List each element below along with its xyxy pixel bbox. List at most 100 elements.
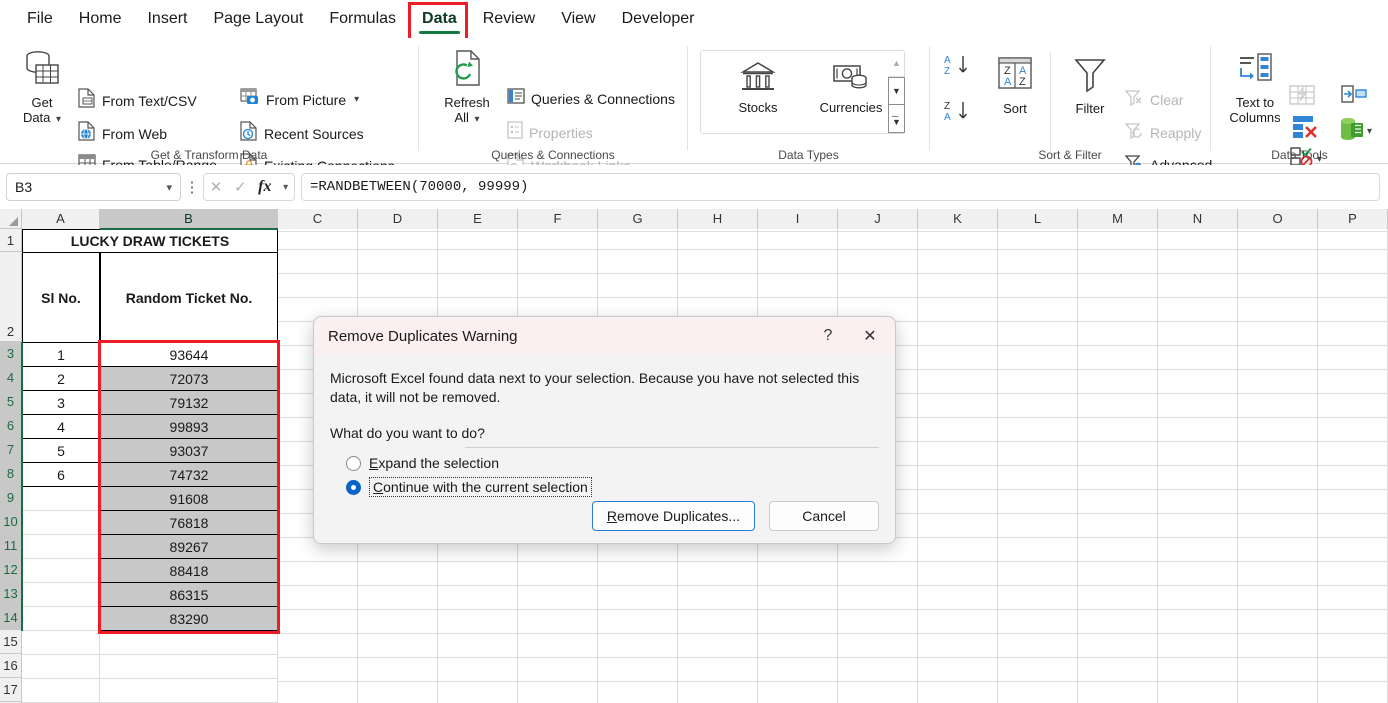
- cell-a14[interactable]: [22, 606, 100, 631]
- column-header-b[interactable]: B: [100, 209, 278, 229]
- cell-a7[interactable]: 5: [22, 438, 100, 463]
- refresh-all-button[interactable]: Refresh All ▾: [431, 48, 503, 127]
- cell-b7[interactable]: 93037: [100, 438, 278, 463]
- cell-a12[interactable]: [22, 558, 100, 583]
- cell-a16[interactable]: [22, 654, 100, 679]
- chevron-down-icon[interactable]: ▾: [1367, 126, 1372, 137]
- column-header-d[interactable]: D: [358, 209, 438, 229]
- recent-sources-button[interactable]: Recent Sources: [240, 121, 364, 146]
- consolidate-button[interactable]: [1341, 84, 1367, 111]
- column-header-k[interactable]: K: [918, 209, 998, 229]
- cell-b13[interactable]: 86315: [100, 582, 278, 607]
- row-header-1[interactable]: 1: [0, 229, 22, 252]
- cell-b3[interactable]: 93644: [100, 342, 278, 367]
- currencies-button[interactable]: Currencies: [809, 59, 893, 115]
- row-header-11[interactable]: 11: [0, 534, 22, 558]
- row-header-17[interactable]: 17: [0, 678, 22, 702]
- cell-b4[interactable]: 72073: [100, 366, 278, 391]
- chevron-down-icon[interactable]: ▾: [283, 182, 288, 193]
- row-header-8[interactable]: 8: [0, 462, 22, 486]
- tab-insert[interactable]: Insert: [134, 7, 200, 31]
- cell-b2-header[interactable]: Random Ticket No.: [100, 252, 278, 343]
- cancel-button[interactable]: Cancel: [769, 501, 879, 531]
- radio-expand-the-selection[interactable]: Expand the selection: [346, 451, 879, 475]
- column-header-p[interactable]: P: [1318, 209, 1388, 229]
- from-picture-button[interactable]: From Picture ▾: [240, 88, 359, 111]
- cell-b11[interactable]: 89267: [100, 534, 278, 559]
- cell-a17[interactable]: [22, 678, 100, 703]
- cell-b5[interactable]: 79132: [100, 390, 278, 415]
- row-header-9[interactable]: 9: [0, 486, 22, 510]
- row-header-7[interactable]: 7: [0, 438, 22, 462]
- filter-button[interactable]: Filter: [1060, 54, 1120, 116]
- cell-a8[interactable]: 6: [22, 462, 100, 487]
- get-data-button[interactable]: Get Data ▾: [12, 48, 72, 127]
- tab-home[interactable]: Home: [66, 7, 135, 31]
- tab-formulas[interactable]: Formulas: [316, 7, 409, 31]
- column-header-o[interactable]: O: [1238, 209, 1318, 229]
- tab-view[interactable]: View: [548, 7, 608, 31]
- column-header-l[interactable]: L: [998, 209, 1078, 229]
- help-icon[interactable]: ?: [807, 318, 849, 354]
- tab-file[interactable]: File: [14, 7, 66, 31]
- stocks-button[interactable]: Stocks: [723, 59, 793, 115]
- column-header-n[interactable]: N: [1158, 209, 1238, 229]
- cell-a3[interactable]: 1: [22, 342, 100, 367]
- radio-button-unselected-icon[interactable]: [346, 455, 361, 471]
- cell-b9[interactable]: 91608: [100, 486, 278, 511]
- formula-bar-options-icon[interactable]: ⋮: [181, 178, 203, 196]
- formula-input[interactable]: =RANDBETWEEN(70000, 99999): [301, 173, 1380, 201]
- select-all-corner[interactable]: [0, 209, 22, 229]
- row-header-3[interactable]: 3: [0, 342, 22, 366]
- text-to-columns-button[interactable]: Text to Columns: [1219, 50, 1291, 125]
- cell-b6[interactable]: 99893: [100, 414, 278, 439]
- row-header-15[interactable]: 15: [0, 630, 22, 654]
- enter-formula-icon[interactable]: ✓: [234, 178, 247, 196]
- cell-a10[interactable]: [22, 510, 100, 535]
- name-box[interactable]: B3 ▾: [6, 173, 181, 201]
- row-header-5[interactable]: 5: [0, 390, 22, 414]
- sort-a-to-z-button[interactable]: AZ: [940, 52, 974, 83]
- sort-z-to-a-button[interactable]: ZA: [940, 98, 974, 129]
- row-header-12[interactable]: 12: [0, 558, 22, 582]
- row-header-13[interactable]: 13: [0, 582, 22, 606]
- cell-a5[interactable]: 3: [22, 390, 100, 415]
- row-header-10[interactable]: 10: [0, 510, 22, 534]
- from-text-csv-button[interactable]: From Text/CSV: [78, 88, 197, 113]
- cell-a11[interactable]: [22, 534, 100, 559]
- remove-duplicates-button[interactable]: [1291, 114, 1319, 145]
- scroll-down-icon[interactable]: ▼: [888, 77, 905, 105]
- row-header-16[interactable]: 16: [0, 654, 22, 678]
- cell-b12[interactable]: 88418: [100, 558, 278, 583]
- remove-duplicates-dialog-button[interactable]: Remove Duplicates...: [591, 501, 755, 531]
- tab-data[interactable]: Data: [409, 7, 470, 34]
- radio-continue-with-current-selection[interactable]: Continue with the current selection: [346, 475, 879, 499]
- column-header-m[interactable]: M: [1078, 209, 1158, 229]
- tab-review[interactable]: Review: [470, 7, 548, 31]
- tab-developer[interactable]: Developer: [609, 7, 708, 31]
- row-header-14[interactable]: 14: [0, 606, 22, 630]
- cell-b8[interactable]: 74732: [100, 462, 278, 487]
- cell-a9[interactable]: [22, 486, 100, 511]
- insert-function-icon[interactable]: fx: [258, 178, 271, 196]
- column-header-i[interactable]: I: [758, 209, 838, 229]
- cell-a15[interactable]: [22, 630, 100, 655]
- scroll-up-icon[interactable]: ▲: [888, 50, 905, 77]
- gallery-more-icon[interactable]: ─ ▼: [888, 105, 905, 133]
- cell-b15[interactable]: [100, 630, 278, 655]
- cancel-formula-icon[interactable]: ✕: [210, 178, 223, 196]
- cell-b10[interactable]: 76818: [100, 510, 278, 535]
- column-header-g[interactable]: G: [598, 209, 678, 229]
- column-header-c[interactable]: C: [278, 209, 358, 229]
- row-header-2[interactable]: 2: [0, 252, 22, 342]
- from-web-button[interactable]: From Web: [78, 121, 167, 146]
- chevron-down-icon[interactable]: ▾: [166, 181, 172, 194]
- cell-a4[interactable]: 2: [22, 366, 100, 391]
- sort-button[interactable]: Z A A Z Sort: [986, 54, 1044, 116]
- cell-a2-header[interactable]: Sl No.: [22, 252, 100, 343]
- radio-button-selected-icon[interactable]: [346, 479, 361, 495]
- cell-b14[interactable]: 83290: [100, 606, 278, 631]
- cell-a13[interactable]: [22, 582, 100, 607]
- column-header-h[interactable]: H: [678, 209, 758, 229]
- close-icon[interactable]: ✕: [849, 318, 891, 354]
